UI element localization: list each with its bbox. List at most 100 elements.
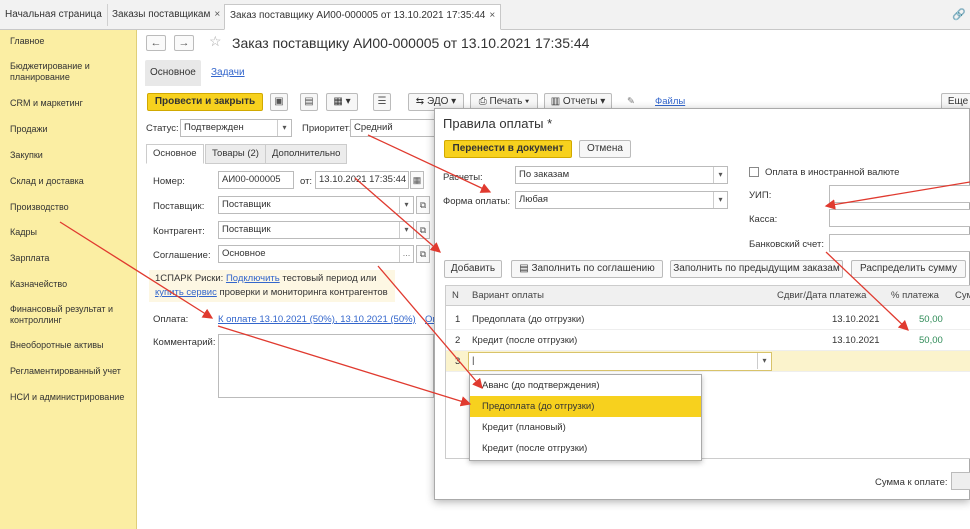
sidebar-item-purchases[interactable]: Закупки <box>10 150 132 161</box>
open-icon[interactable]: ⧉ <box>416 221 430 239</box>
table-row-editing[interactable]: 3 | ▾ <box>446 351 970 372</box>
calendar-icon[interactable]: ▦ <box>410 171 424 189</box>
buy-service-link[interactable]: купить сервис <box>155 287 217 298</box>
forward-button[interactable]: → <box>174 35 194 51</box>
total-field[interactable] <box>951 472 970 490</box>
more-icon[interactable]: … <box>399 246 413 262</box>
sidebar-item-production[interactable]: Производство <box>10 202 132 213</box>
column-header[interactable]: Вариант оплаты <box>472 290 544 301</box>
dropdown-option[interactable]: Кредит (плановый) <box>470 417 701 438</box>
cashbox-field[interactable] <box>829 209 970 227</box>
spark-notice: 1СПАРК Риски: Подключить тестовый период… <box>149 270 395 302</box>
payment-form-select[interactable]: Любая ▾ <box>515 191 728 209</box>
chevron-down-icon[interactable]: ▾ <box>713 192 727 208</box>
counterparty-field[interactable]: Поставщик ▾ <box>218 221 414 239</box>
table-row[interactable]: 2 Кредит (после отгрузки) 13.10.2021 50,… <box>446 330 970 351</box>
text-cursor: | <box>472 355 475 366</box>
uip-field[interactable] <box>829 185 970 203</box>
tab-supplier-orders[interactable]: Заказы поставщикам × <box>107 4 227 26</box>
tab-label: Заказы поставщикам <box>112 9 211 20</box>
connect-link[interactable]: Подключить <box>226 273 280 284</box>
cancel-button[interactable]: Отмена <box>579 140 631 158</box>
sidebar-item-salary[interactable]: Зарплата <box>10 253 132 264</box>
payment-link[interactable]: К оплате 13.10.2021 (50%), 13.10.2021 (5… <box>218 314 416 325</box>
printer-icon: ⎙ <box>478 96 490 107</box>
close-icon[interactable]: × <box>214 9 220 20</box>
sidebar-item-treasury[interactable]: Казначейство <box>10 279 132 290</box>
back-button[interactable]: ← <box>146 35 166 51</box>
post-and-close-button[interactable]: Провести и закрыть <box>147 93 263 111</box>
create-based-on-button[interactable]: ▦ ▾ <box>326 93 358 111</box>
date-value: 13.10.2021 17:35:44 <box>319 174 407 185</box>
open-icon[interactable]: ⧉ <box>416 245 430 263</box>
sidebar-item-main[interactable]: Главное <box>10 36 132 47</box>
transfer-to-document-button[interactable]: Перенести в документ <box>444 140 572 158</box>
tab-goods[interactable]: Товары (2) <box>205 144 266 164</box>
link-icon[interactable]: 🔗 <box>952 8 966 21</box>
distribute-sum-button[interactable]: Распределить сумму <box>851 260 966 278</box>
files-link[interactable]: Файлы <box>655 96 685 107</box>
sidebar-item-fixed-assets[interactable]: Внеоборотные активы <box>10 340 132 351</box>
tab-main[interactable]: Основное <box>146 144 204 164</box>
column-header[interactable]: N <box>452 290 459 301</box>
fill-icon: ▤ <box>519 263 532 274</box>
subtab-main[interactable]: Основное <box>145 60 201 86</box>
sidebar-item-budgeting[interactable]: Бюджетирование и планирование <box>10 61 132 83</box>
sidebar-item-crm[interactable]: CRM и маркетинг <box>10 98 132 109</box>
payment-variant-dropdown: Аванс (до подтверждения) Предоплата (до … <box>469 374 702 461</box>
variant-input[interactable]: | ▾ <box>468 352 772 371</box>
chevron-down-icon[interactable]: ▾ <box>713 167 727 183</box>
tab-home[interactable]: Начальная страница <box>0 4 108 26</box>
create-based-icon: ▦ ▾ <box>333 96 351 107</box>
table-row[interactable]: 1 Предоплата (до отгрузки) 13.10.2021 50… <box>446 309 970 330</box>
priority-select[interactable]: Средний <box>350 119 440 137</box>
sidebar-item-sales[interactable]: Продажи <box>10 124 132 135</box>
sidebar-item-hr[interactable]: Кадры <box>10 227 132 238</box>
column-header[interactable]: Сум <box>955 290 970 301</box>
supplier-field[interactable]: Поставщик ▾ <box>218 196 414 214</box>
sidebar-item-financial-result[interactable]: Финансовый результат и контроллинг <box>10 304 132 326</box>
close-icon[interactable]: × <box>489 10 495 21</box>
open-icon[interactable]: ⧉ <box>416 196 430 214</box>
dropdown-option-selected[interactable]: Предоплата (до отгрузки) <box>470 396 701 417</box>
status-value: Подтвержден <box>184 122 244 133</box>
status-select[interactable]: Подтвержден ▾ <box>180 119 292 137</box>
chevron-down-icon[interactable]: ▾ <box>399 222 413 238</box>
number-label: Номер: <box>153 176 185 187</box>
add-button[interactable]: Добавить <box>444 260 502 278</box>
subtab-tasks[interactable]: Задачи <box>211 60 245 86</box>
date-field[interactable]: 13.10.2021 17:35:44 <box>315 171 409 189</box>
bank-account-field[interactable] <box>829 234 970 252</box>
agreement-field[interactable]: Основное… <box>218 245 414 263</box>
number-field[interactable]: АИ00-000005 <box>218 171 294 189</box>
row-number: 3 <box>455 356 461 367</box>
sidebar-item-warehouse[interactable]: Склад и доставка <box>10 176 132 187</box>
fill-by-agreement-button[interactable]: ▤ Заполнить по соглашению <box>511 260 663 278</box>
chevron-down-icon[interactable]: ▾ <box>757 353 771 369</box>
dropdown-option[interactable]: Кредит (после отгрузки) <box>470 438 701 459</box>
supplier-value: Поставщик <box>222 199 271 210</box>
chevron-down-icon[interactable]: ▾ <box>399 197 413 213</box>
date-from-label: от: <box>300 176 313 187</box>
dropdown-option[interactable]: Аванс (до подтверждения) <box>470 375 701 396</box>
comment-field[interactable] <box>218 334 434 398</box>
star-icon[interactable]: ☆ <box>209 33 222 50</box>
paperclip-icon[interactable]: ✎ <box>627 96 635 107</box>
foreign-currency-checkbox[interactable] <box>749 167 759 177</box>
save-icon[interactable]: ▣ <box>270 93 288 111</box>
notice-text: 1СПАРК Риски: <box>155 273 224 284</box>
settlements-select[interactable]: По заказам ▾ <box>515 166 728 184</box>
sidebar-item-regulated-accounting[interactable]: Регламентированный учет <box>10 366 132 377</box>
tab-additional[interactable]: Дополнительно <box>265 144 348 164</box>
column-header[interactable]: % платежа <box>891 290 939 301</box>
sidebar-item-nsi[interactable]: НСИ и администрирование <box>10 392 132 403</box>
row-number: 2 <box>455 335 461 346</box>
column-header[interactable]: Сдвиг/Дата платежа <box>777 290 866 301</box>
fill-by-previous-button[interactable]: Заполнить по предыдущим заказам <box>670 260 843 278</box>
row-variant: Кредит (после отгрузки) <box>472 335 578 346</box>
tab-current-order[interactable]: Заказ поставщику АИ00-000005 от 13.10.20… <box>224 4 502 30</box>
chevron-down-icon[interactable]: ▾ <box>277 120 291 136</box>
list-icon[interactable]: ☰ <box>373 93 391 111</box>
arrow-left-icon: ← <box>150 37 162 49</box>
post-icon[interactable]: ▤ <box>300 93 318 111</box>
